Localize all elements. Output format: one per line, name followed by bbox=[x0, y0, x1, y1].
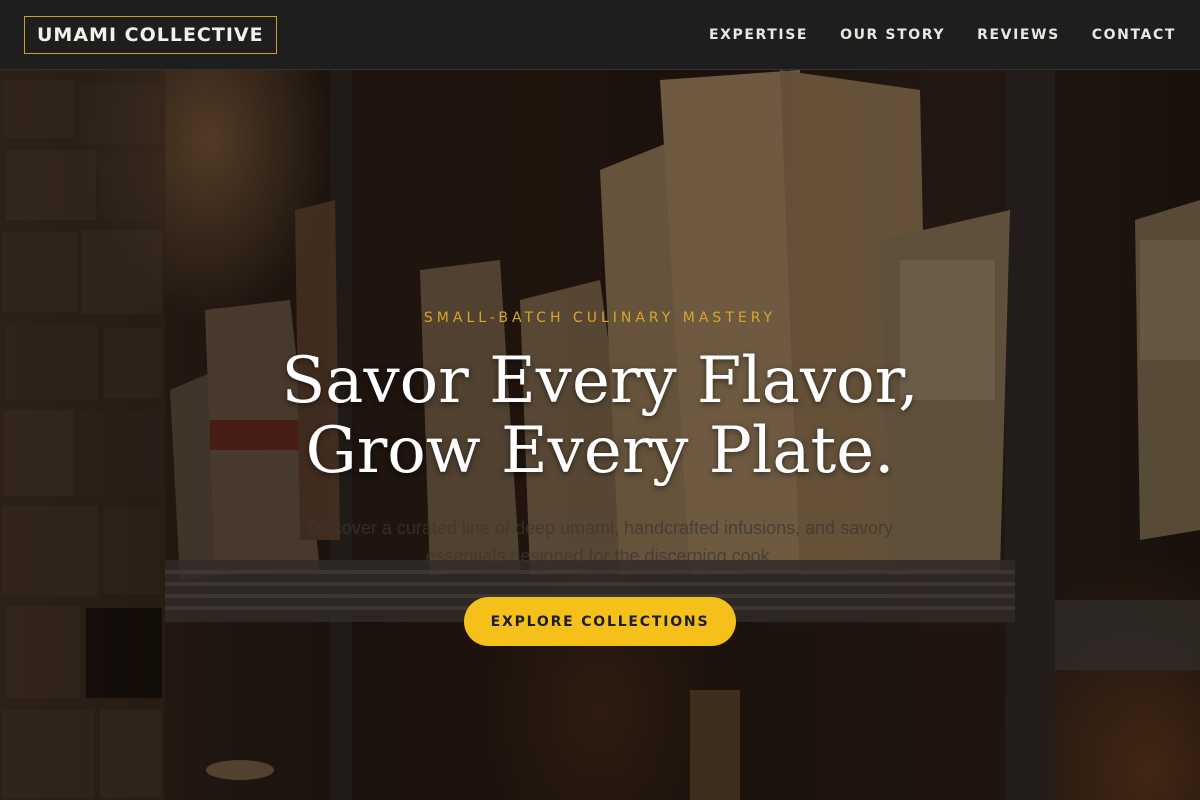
main-nav: EXPERTISE OUR STORY REVIEWS CONTACT bbox=[709, 0, 1176, 70]
nav-link-expertise[interactable]: EXPERTISE bbox=[709, 27, 808, 43]
hero-eyebrow: SMALL-BATCH CULINARY MASTERY bbox=[423, 310, 777, 326]
hero-headline-line-2: Grow Every Plate. bbox=[305, 414, 895, 488]
brand-logo[interactable]: UMAMI COLLECTIVE bbox=[24, 16, 277, 54]
hero-headline-line-1: Savor Every Flavor, bbox=[281, 344, 919, 418]
nav-link-reviews[interactable]: REVIEWS bbox=[977, 27, 1060, 43]
nav-link-our-story[interactable]: OUR STORY bbox=[840, 27, 945, 43]
hero-section: SMALL-BATCH CULINARY MASTERY Savor Every… bbox=[0, 70, 1200, 800]
hero-headline: Savor Every Flavor, Grow Every Plate. bbox=[0, 346, 1200, 486]
site-header: UMAMI COLLECTIVE EXPERTISE OUR STORY REV… bbox=[0, 0, 1200, 70]
nav-link-contact[interactable]: CONTACT bbox=[1092, 27, 1176, 43]
explore-collections-button[interactable]: EXPLORE COLLECTIONS bbox=[464, 597, 736, 646]
hero-subtext: Discover a curated line of deep umami, h… bbox=[306, 518, 894, 566]
